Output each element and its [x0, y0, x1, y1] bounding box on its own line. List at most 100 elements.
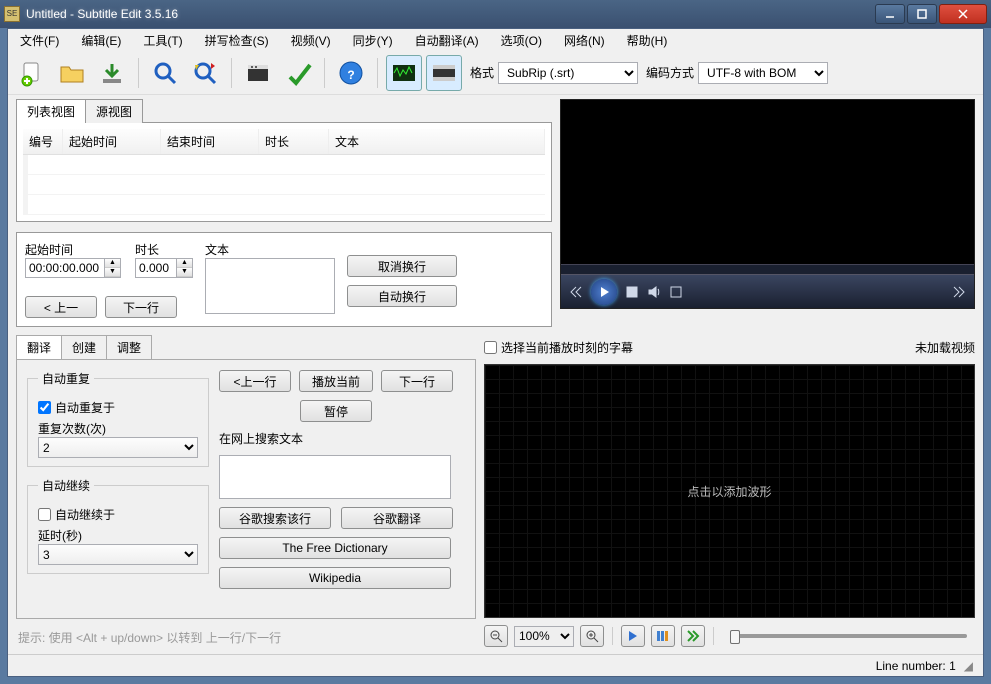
waveform-pane[interactable]: 点击以添加波形: [484, 364, 975, 618]
search-web-label: 在网上搜索文本: [219, 430, 453, 447]
find-button[interactable]: [147, 55, 183, 91]
repeat-count-label: 重复次数(次): [38, 420, 198, 437]
play-button[interactable]: [591, 279, 617, 305]
resize-grip-icon[interactable]: ◢: [964, 659, 973, 673]
delay-select[interactable]: 3: [38, 544, 198, 565]
video-progress-bar[interactable]: [561, 264, 974, 274]
status-line-number: Line number: 1: [876, 659, 956, 673]
duration-label: 时长: [135, 241, 193, 258]
spin-down-icon[interactable]: ▼: [105, 268, 120, 277]
stop-icon[interactable]: [625, 285, 639, 299]
new-file-button[interactable]: [14, 55, 50, 91]
zoom-out-button[interactable]: [484, 625, 508, 647]
delay-label: 延时(秒): [38, 527, 198, 544]
menu-networking[interactable]: 网络(N): [558, 30, 611, 51]
col-text[interactable]: 文本: [329, 129, 545, 154]
hint-text: 提示: 使用 <Alt + up/down> 以转到 上一行/下一行: [16, 625, 476, 650]
encoding-label: 编码方式: [646, 64, 694, 81]
subtitle-grid[interactable]: 编号 起始时间 结束时间 时长 文本: [17, 123, 551, 221]
col-end[interactable]: 结束时间: [161, 129, 259, 154]
menu-sync[interactable]: 同步(Y): [347, 30, 399, 51]
svg-text:?: ?: [347, 68, 354, 82]
app-icon: SE: [4, 6, 20, 22]
google-translate-button[interactable]: 谷歌翻译: [341, 507, 453, 529]
skip-forward-icon[interactable]: [952, 285, 966, 299]
volume-icon[interactable]: [647, 285, 661, 299]
menu-video[interactable]: 视频(V): [285, 30, 337, 51]
minimize-button[interactable]: [875, 4, 905, 24]
tab-adjust[interactable]: 调整: [106, 335, 152, 359]
google-search-button[interactable]: 谷歌搜索该行: [219, 507, 331, 529]
wave-play-button[interactable]: [621, 625, 645, 647]
fullscreen-icon[interactable]: [669, 285, 683, 299]
spellcheck-button[interactable]: [280, 55, 316, 91]
video-toggle-button[interactable]: [426, 55, 462, 91]
pause-button[interactable]: 暂停: [300, 400, 372, 422]
menu-autotranslate[interactable]: 自动翻译(A): [409, 30, 485, 51]
zoom-select[interactable]: 100%: [514, 626, 574, 647]
maximize-button[interactable]: [907, 4, 937, 24]
play-current-button[interactable]: 播放当前: [299, 370, 373, 392]
save-button[interactable]: [94, 55, 130, 91]
waveform-scroll-slider[interactable]: [730, 634, 967, 638]
visual-sync-button[interactable]: [240, 55, 276, 91]
skip-back-icon[interactable]: [569, 285, 583, 299]
video-player[interactable]: [560, 99, 975, 309]
menu-tools[interactable]: 工具(T): [137, 30, 188, 51]
window-title: Untitled - Subtitle Edit 3.5.16: [26, 7, 873, 21]
autocontinue-legend: 自动继续: [38, 477, 94, 494]
tab-sourceview[interactable]: 源视图: [85, 99, 143, 123]
replace-button[interactable]: [187, 55, 223, 91]
open-file-button[interactable]: [54, 55, 90, 91]
spin-up-icon[interactable]: ▲: [177, 259, 192, 268]
menu-help[interactable]: 帮助(H): [621, 30, 674, 51]
waveform-placeholder: 点击以添加波形: [687, 483, 771, 500]
menu-file[interactable]: 文件(F): [14, 30, 65, 51]
autorepeat-legend: 自动重复: [38, 370, 94, 387]
translate-prev-button[interactable]: <上一行: [219, 370, 291, 392]
zoom-in-button[interactable]: [580, 625, 604, 647]
waveform-toggle-button[interactable]: [386, 55, 422, 91]
autobreak-button[interactable]: 自动换行: [347, 285, 457, 307]
duration-input[interactable]: [135, 258, 177, 278]
start-time-label: 起始时间: [25, 241, 121, 258]
wikipedia-button[interactable]: Wikipedia: [219, 567, 451, 589]
help-button[interactable]: ?: [333, 55, 369, 91]
col-number[interactable]: 编号: [23, 129, 63, 154]
subtitle-text-input[interactable]: [205, 258, 335, 314]
spin-down-icon[interactable]: ▼: [177, 268, 192, 277]
wave-skip-button[interactable]: [681, 625, 705, 647]
unbreak-button[interactable]: 取消换行: [347, 255, 457, 277]
tab-listview[interactable]: 列表视图: [16, 99, 86, 123]
wave-positions-button[interactable]: [651, 625, 675, 647]
menu-options[interactable]: 选项(O): [495, 30, 548, 51]
tab-translate[interactable]: 翻译: [16, 335, 62, 359]
repeat-count-select[interactable]: 2: [38, 437, 198, 458]
col-duration[interactable]: 时长: [259, 129, 329, 154]
search-text-input[interactable]: [219, 455, 451, 499]
menu-bar: 文件(F) 编辑(E) 工具(T) 拼写检查(S) 视频(V) 同步(Y) 自动…: [8, 29, 983, 51]
format-select[interactable]: SubRip (.srt): [498, 62, 638, 84]
close-button[interactable]: [939, 4, 987, 24]
table-row[interactable]: [23, 195, 545, 215]
menu-edit[interactable]: 编辑(E): [75, 30, 127, 51]
prev-line-button[interactable]: < 上一: [25, 296, 97, 318]
select-current-checkbox[interactable]: [484, 341, 497, 354]
autocontinue-checkbox[interactable]: [38, 508, 51, 521]
encoding-select[interactable]: UTF-8 with BOM: [698, 62, 828, 84]
no-video-label: 未加载视频: [915, 339, 975, 356]
autorepeat-checkbox[interactable]: [38, 401, 51, 414]
menu-spellcheck[interactable]: 拼写检查(S): [199, 30, 275, 51]
col-start[interactable]: 起始时间: [63, 129, 161, 154]
translate-next-button[interactable]: 下一行: [381, 370, 453, 392]
format-label: 格式: [470, 64, 494, 81]
text-label: 文本: [205, 241, 335, 258]
toolbar: ? 格式 SubRip (.srt) 编码方式 UTF-8 with BOM: [8, 51, 983, 95]
tab-create[interactable]: 创建: [61, 335, 107, 359]
table-row[interactable]: [23, 155, 545, 175]
next-line-button[interactable]: 下一行: [105, 296, 177, 318]
start-time-input[interactable]: [25, 258, 105, 278]
free-dictionary-button[interactable]: The Free Dictionary: [219, 537, 451, 559]
table-row[interactable]: [23, 175, 545, 195]
spin-up-icon[interactable]: ▲: [105, 259, 120, 268]
